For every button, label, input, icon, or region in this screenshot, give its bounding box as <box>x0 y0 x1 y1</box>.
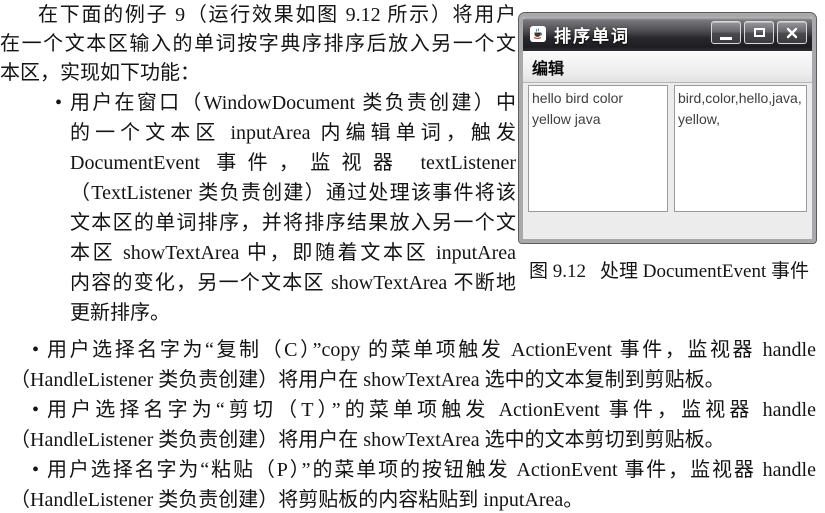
bullet-line: 本区 showTextArea 中，即随着文本区 inputArea <box>70 242 516 264</box>
bullet-marker: • <box>32 399 40 421</box>
bullet-marker: • <box>32 459 40 481</box>
minimize-button[interactable] <box>711 21 741 44</box>
bullet-line: （TextListener 类负责创建）通过处理该事件将该 <box>70 182 516 204</box>
window-content: hello bird color yellow java bird,color,… <box>523 83 812 239</box>
window-title: 排序单词 <box>554 26 630 46</box>
paragraph-line: 在一个文本区输入的单词按字典序排序后放入另一个文 <box>0 33 516 55</box>
sort-words-window: 排序单词 编辑 hello bird color yellow java bir… <box>518 12 817 244</box>
window-controls <box>711 21 807 44</box>
figure-caption-text: 处理 DocumentEvent 事件 <box>600 261 809 282</box>
maximize-icon <box>753 28 765 37</box>
figure-caption: 图 9.12 处理 DocumentEvent 事件 <box>519 256 819 283</box>
bullet-marker: • <box>32 339 40 361</box>
bullet-line: （HandleListener 类负责创建）将剪贴板的内容粘贴到 inputAr… <box>10 489 584 511</box>
bullet-line: 用户选择名字为“粘贴（P）”的菜单项的按钮触发 ActionEvent 事件，监… <box>47 459 816 481</box>
page: 在下面的例子 9（运行效果如图 9.12 所示）将用户 在一个文本区输入的单词按… <box>0 0 825 513</box>
bullet-line: 内容的变化，另一个文本区 showTextArea 不断地 <box>70 272 516 294</box>
bullet-line: 文本区的单词排序，并将排序结果放入另一个文 <box>70 212 516 234</box>
bullet-line: 用户选择名字为“剪切（T）”的菜单项触发 ActionEvent 事件，监视器 … <box>47 399 816 421</box>
input-area-textarea[interactable]: hello bird color yellow java <box>528 85 668 212</box>
close-icon <box>786 27 798 38</box>
minimize-icon <box>720 37 732 40</box>
figure-caption-label: 图 9.12 <box>529 261 587 282</box>
bullet-marker: • <box>55 92 63 114</box>
bullet-line: 的一个文本区 inputArea 内编辑单词，触发 <box>70 122 516 144</box>
bullet-line: 用户在窗口（WindowDocument 类负责创建）中 <box>70 92 516 114</box>
java-coffee-icon <box>530 26 546 42</box>
bullet-line: （HandleListener 类负责创建）将用户在 showTextArea … <box>10 429 725 451</box>
show-text-area-textarea[interactable]: bird,color,hello,java, yellow, <box>674 85 807 212</box>
paragraph-line: 本区，实现如下功能： <box>0 62 200 84</box>
bullet-line: 更新排序。 <box>70 302 170 324</box>
maximize-button[interactable] <box>744 21 774 44</box>
close-button[interactable] <box>777 21 807 44</box>
bullet-line: 用户选择名字为“复制（C）”copy 的菜单项触发 ActionEvent 事件… <box>47 339 816 361</box>
bullet-line: DocumentEvent 事件，监视器 textListener <box>70 152 516 174</box>
paragraph-line: 在下面的例子 9（运行效果如图 9.12 所示）将用户 <box>38 4 516 26</box>
menu-item-edit[interactable]: 编辑 <box>523 55 573 79</box>
bullet-line: （HandleListener 类负责创建）将用户在 showTextArea … <box>10 369 725 391</box>
window-titlebar[interactable]: 排序单词 <box>523 17 812 51</box>
menu-bar: 编辑 <box>523 51 812 83</box>
